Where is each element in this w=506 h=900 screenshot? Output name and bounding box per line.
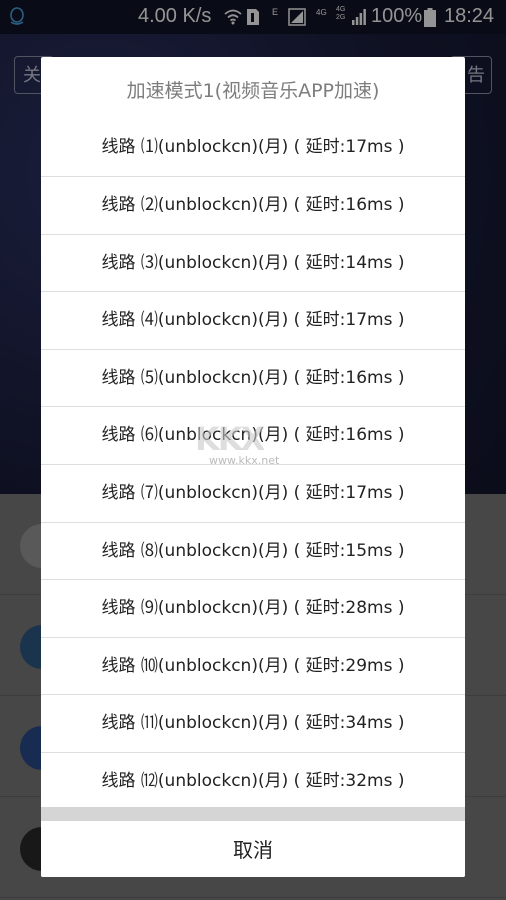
route-item-9[interactable]: 线路 ⑼(unblockcn)(月) ( 延时:28ms ) (41, 580, 465, 638)
cancel-button[interactable]: 取消 (41, 821, 465, 877)
divider-band (41, 807, 465, 821)
route-item-4[interactable]: 线路 ⑷(unblockcn)(月) ( 延时:17ms ) (41, 292, 465, 350)
route-item-3[interactable]: 线路 ⑶(unblockcn)(月) ( 延时:14ms ) (41, 235, 465, 293)
route-item-2[interactable]: 线路 ⑵(unblockcn)(月) ( 延时:16ms ) (41, 177, 465, 235)
route-item-10[interactable]: 线路 ⑽(unblockcn)(月) ( 延时:29ms ) (41, 638, 465, 696)
route-item-11[interactable]: 线路 ⑾(unblockcn)(月) ( 延时:34ms ) (41, 695, 465, 753)
route-item-5[interactable]: 线路 ⑸(unblockcn)(月) ( 延时:16ms ) (41, 350, 465, 408)
route-item-1[interactable]: 线路 ⑴(unblockcn)(月) ( 延时:17ms ) (41, 119, 465, 177)
route-item-12[interactable]: 线路 ⑿(unblockcn)(月) ( 延时:32ms ) (41, 753, 465, 811)
watermark-logo: KKX (195, 420, 265, 458)
watermark: KKX www.kkx.net (195, 420, 315, 482)
watermark-url: www.kkx.net (209, 454, 280, 467)
route-item-8[interactable]: 线路 ⑻(unblockcn)(月) ( 延时:15ms ) (41, 523, 465, 581)
dialog-title: 加速模式1(视频音乐APP加速) (126, 80, 380, 102)
